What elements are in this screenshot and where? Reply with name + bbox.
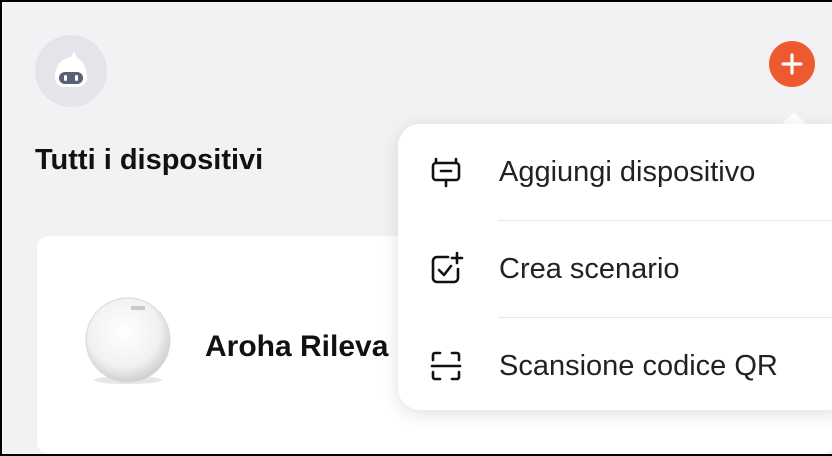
add-device-icon [431,157,461,188]
create-scene-icon [431,251,464,284]
menu-item-label: Aggiungi dispositivo [499,155,756,188]
menu-item-create-scene[interactable]: Crea scenario [398,221,832,317]
smoke-detector-image [85,297,171,384]
menu-item-label: Scansione codice QR [499,349,778,382]
robot-avatar-icon [55,51,87,87]
add-button[interactable] [769,41,815,87]
menu-item-label: Crea scenario [499,252,680,285]
page-title: Tutti i dispositivi [35,144,264,176]
add-menu: Aggiungi dispositivo Crea scenario Scans… [398,124,832,410]
menu-item-qr-scan[interactable]: Scansione codice QR [398,318,832,414]
device-name: Aroha Rileva [205,330,389,363]
menu-item-add-device[interactable]: Aggiungi dispositivo [398,124,832,220]
qr-scan-icon [430,351,462,381]
user-avatar[interactable] [35,35,107,107]
app-screen: Tutti i dispositivi Aroha Rileva Aggiung… [0,0,832,456]
plus-icon [781,53,803,75]
